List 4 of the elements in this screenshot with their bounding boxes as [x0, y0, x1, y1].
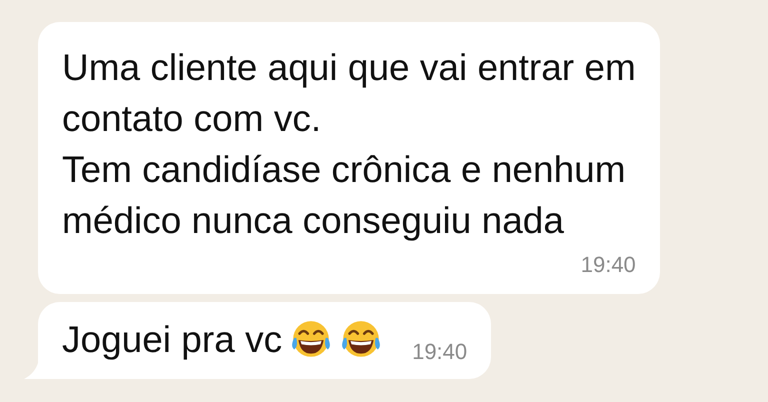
message-text: Joguei pra vc [62, 318, 282, 362]
message-time: 19:40 [412, 339, 468, 365]
message-text: Uma cliente aqui que vai entrar em contato com vc. Tem candidíase crônica e nenhum médico nunca conseguiu nada [62, 46, 636, 243]
message-time: 19:40 [580, 252, 636, 278]
